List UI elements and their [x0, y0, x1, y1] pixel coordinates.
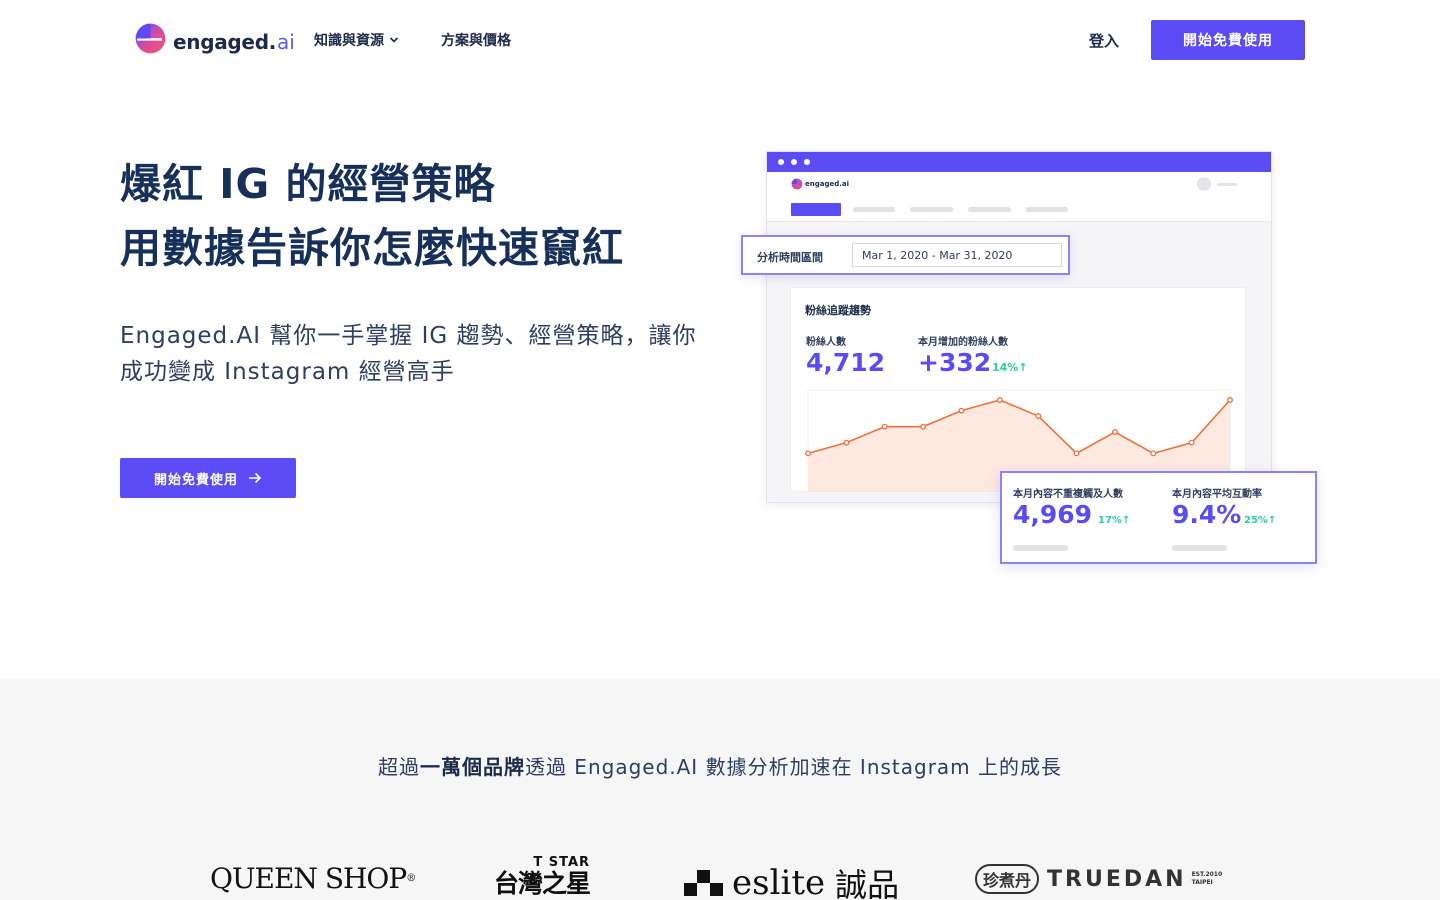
- truedan-logo: 珍煮丹 TRUEDAN EST.2010 TAIPEI: [975, 864, 1222, 894]
- nav-knowledge-label: 知識與資源: [314, 33, 384, 49]
- start-free-button-hero[interactable]: 開始免費使用: [120, 458, 296, 498]
- trend-point: [1227, 397, 1233, 403]
- mockup-tab: [853, 207, 895, 212]
- engagement-badge: 25%↑: [1244, 515, 1277, 526]
- mockup-header: engaged.ai: [767, 172, 1271, 222]
- logo-text: engaged.: [173, 29, 277, 54]
- engaged-logo-icon: [791, 178, 803, 190]
- trend-point: [1188, 439, 1195, 446]
- queenshop-wordmark: QUEEN SHOP: [210, 862, 407, 895]
- reach-value: 4,969: [1013, 500, 1093, 529]
- nav-knowledge-resources[interactable]: 知識與資源: [314, 30, 399, 50]
- engagement-placeholder-bar: [1172, 545, 1227, 551]
- hero-subtitle: Engaged.AI 幫你一手掌握 IG 趨勢、經營策略，讓你成功變成 Inst…: [120, 323, 697, 385]
- truedan-seal: 珍煮丹: [975, 864, 1040, 894]
- queenshop-logo: QUEEN SHOP ®: [210, 862, 416, 895]
- window-dot-icon: [778, 159, 784, 165]
- brands-text-after: 透過 Engaged.AI 數據分析加速在 Instagram 上的成長: [524, 755, 1063, 779]
- tstar-chinese-name: 台灣之星: [494, 869, 591, 898]
- date-range-label: 分析時間區間: [757, 251, 823, 264]
- trend-point: [958, 407, 965, 414]
- trend-point: [1073, 450, 1080, 457]
- trend-point: [881, 423, 888, 430]
- truedan-city: TAIPEI: [1191, 879, 1213, 886]
- eslite-wordmark: eslite: [732, 863, 826, 900]
- engaged-logo-icon: [135, 23, 166, 54]
- hero-title: 爆紅 IG 的經營策略 用數據告訴你怎麼快速竄紅: [120, 152, 624, 280]
- logo-suffix: ai: [277, 29, 295, 54]
- reach-badge: 17%↑: [1098, 515, 1131, 526]
- mockup-window-bar: [767, 152, 1271, 172]
- brands-headline: 超過一萬個品牌透過 Engaged.AI 數據分析加速在 Instagram 上…: [0, 751, 1440, 780]
- trend-point: [1035, 413, 1042, 419]
- follower-trend-card: 粉絲追蹤趨勢 粉絲人數 4,712 本月增加的粉絲人數 +332 14%↑: [790, 287, 1246, 492]
- truedan-wordmark: TRUEDAN: [1047, 866, 1187, 892]
- reach-label: 本月內容不重複觸及人數: [1013, 489, 1123, 500]
- brands-text-bold: 一萬個品牌: [419, 755, 525, 779]
- trend-point: [843, 439, 850, 446]
- hero-title-line-2: 用數據告訴你怎麼快速竄紅: [120, 224, 624, 272]
- truedan-est: EST.2010 TAIPEI: [1192, 871, 1223, 887]
- tstar-wordmark: T STAR: [533, 855, 591, 870]
- trend-point: [996, 397, 1003, 403]
- nav-plans-pricing[interactable]: 方案與價格: [441, 30, 511, 50]
- window-dot-icon: [804, 159, 810, 165]
- mockup-tab: [1026, 207, 1068, 212]
- trend-point: [1111, 429, 1118, 435]
- chevron-down-icon: [389, 37, 399, 43]
- mockup-tab: [910, 207, 953, 212]
- mockup-logo-text: engaged.ai: [805, 180, 850, 188]
- monthly-kpi-panel: 本月內容不重複觸及人數 4,969 17%↑ 本月內容平均互動率 9.4% 25…: [1000, 471, 1317, 564]
- eslite-logo: eslite 誠品: [684, 860, 899, 900]
- trend-point: [1150, 450, 1157, 457]
- eslite-chinese-name: 誠品: [835, 866, 900, 900]
- eslite-mark-icon: [684, 870, 723, 896]
- date-range-field: Mar 1, 2020 - Mar 31, 2020: [852, 243, 1062, 267]
- follower-trend-chart: [805, 389, 1233, 492]
- engaged-logo[interactable]: engaged. ai: [134, 22, 295, 55]
- mockup-tab: [968, 207, 1011, 212]
- trend-point: [920, 423, 927, 430]
- hero-title-line-1: 爆紅 IG 的經營策略: [120, 160, 496, 208]
- avatar-name-placeholder: [1217, 183, 1237, 186]
- truedan-est-year: EST.2010: [1191, 871, 1223, 878]
- top-navbar: engaged. ai 知識與資源 方案與價格 登入 開始免費使用: [0, 0, 1440, 80]
- tstar-logo: T STAR 台灣之星: [494, 855, 591, 898]
- start-free-label: 開始免費使用: [153, 472, 238, 488]
- engagement-label: 本月內容平均互動率: [1172, 489, 1262, 500]
- avatar: [1197, 177, 1211, 191]
- reach-placeholder-bar: [1013, 545, 1068, 551]
- nav-pricing-label: 方案與價格: [441, 33, 511, 49]
- start-free-button-nav[interactable]: 開始免費使用: [1151, 20, 1305, 60]
- login-link[interactable]: 登入: [1089, 30, 1119, 51]
- window-dot-icon: [791, 159, 797, 165]
- engagement-value: 9.4%: [1172, 500, 1242, 529]
- arrow-right-icon: [249, 472, 262, 484]
- brands-text-before: 超過: [377, 755, 420, 779]
- mockup-tab-active: [791, 203, 841, 216]
- registered-mark: ®: [406, 873, 416, 884]
- trend-point: [805, 450, 811, 457]
- brands-section: 超過一萬個品牌透過 Engaged.AI 數據分析加速在 Instagram 上…: [0, 678, 1440, 900]
- date-range-panel: 分析時間區間 Mar 1, 2020 - Mar 31, 2020: [741, 235, 1070, 275]
- mockup-logo: engaged.ai: [791, 178, 849, 190]
